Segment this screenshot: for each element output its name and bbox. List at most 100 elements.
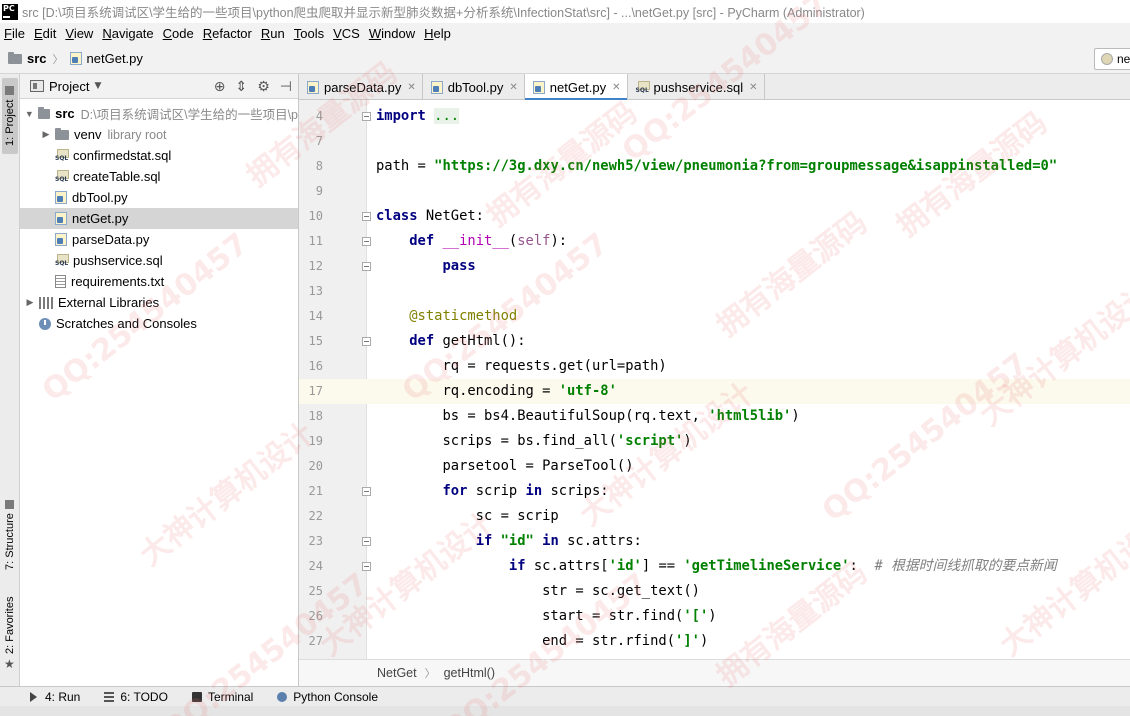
code-line[interactable]: 15 def getHtml(): xyxy=(299,329,1130,354)
menu-view[interactable]: View xyxy=(61,26,98,41)
code-token: ) xyxy=(683,433,692,449)
run-configuration-selector[interactable]: netGet xyxy=(1094,48,1130,70)
favorites-tool-button[interactable]: 2: Favorites xyxy=(2,594,18,656)
tree-item-venv[interactable]: ▶ venv library root xyxy=(20,124,298,145)
gear-icon[interactable]: ⚙ xyxy=(257,79,270,95)
chevron-right-icon: 〉 xyxy=(424,668,436,680)
code-line[interactable]: 14 @staticmethod xyxy=(299,304,1130,329)
locate-file-icon[interactable]: ⊕ xyxy=(214,79,226,95)
fold-marker-icon[interactable] xyxy=(362,562,371,571)
chevron-down-icon[interactable]: ▼ xyxy=(24,109,35,119)
code-token: path = xyxy=(376,158,435,174)
project-panel-title[interactable]: Project xyxy=(49,79,89,94)
code-line[interactable]: 8 path = "https://3g.dxy.cn/newh5/view/pn… xyxy=(299,154,1130,179)
code-line[interactable]: 24 if sc.attrs['id'] == 'getTimelineServ… xyxy=(299,554,1130,579)
line-number: 7 xyxy=(315,134,323,148)
chevron-right-icon[interactable]: ▶ xyxy=(40,129,52,140)
tree-item-confirmedstat-sql[interactable]: confirmedstat.sql xyxy=(20,145,298,166)
fold-marker-icon[interactable] xyxy=(362,537,371,546)
code-line[interactable]: 23 if "id" in sc.attrs: xyxy=(299,529,1130,554)
tree-item-src[interactable]: ▼ src D:\项目系统调试区\学生给的一些项目\p xyxy=(20,103,298,124)
structure-tool-icon xyxy=(5,500,15,510)
menu-file[interactable]: File xyxy=(0,26,30,41)
fold-marker-icon[interactable] xyxy=(362,112,371,121)
menu-window[interactable]: Window xyxy=(365,26,420,41)
dropdown-caret-icon[interactable]: ▼ xyxy=(94,81,101,91)
menu-vcs[interactable]: VCS xyxy=(329,26,365,41)
code-line[interactable]: 17 rq.encoding = 'utf-8' xyxy=(299,379,1130,404)
code-token: if xyxy=(508,558,534,574)
code-line[interactable]: 21 for scrip in scrips: xyxy=(299,479,1130,504)
tree-item-parsedata-py[interactable]: parseData.py xyxy=(20,229,298,250)
tree-item-netget-py[interactable]: netGet.py xyxy=(20,208,298,229)
code-line[interactable]: 11 def __init__(self): xyxy=(299,229,1130,254)
nav-crumb-file[interactable]: netGet.py xyxy=(69,51,143,66)
code-text: rq.encoding = 'utf-8' xyxy=(376,379,616,404)
code-line[interactable]: 22 sc = scrip xyxy=(299,504,1130,529)
code-line[interactable]: 4 import ... xyxy=(299,104,1130,129)
tool-window-label: Python Console xyxy=(293,689,379,704)
hide-panel-icon[interactable]: ⊣ xyxy=(280,79,292,95)
code-line[interactable]: 13 xyxy=(299,279,1130,304)
menu-help[interactable]: Help xyxy=(420,26,456,41)
code-line[interactable]: 19 scrips = bs.find_all('script') xyxy=(299,429,1130,454)
tree-item-scratches-and-consoles[interactable]: Scratches and Consoles xyxy=(20,313,298,334)
tree-item-createtable-sql[interactable]: createTable.sql xyxy=(20,166,298,187)
close-icon[interactable]: ✕ xyxy=(612,82,620,93)
line-number: 21 xyxy=(308,484,323,498)
code-line[interactable]: 16 rq = requests.get(url=path) xyxy=(299,354,1130,379)
line-number: 22 xyxy=(308,509,323,523)
code-line[interactable]: 20 parsetool = ParseTool() xyxy=(299,454,1130,479)
star-icon[interactable]: ★ xyxy=(4,657,15,671)
tool-window-python-console[interactable]: Python Console xyxy=(277,690,378,704)
collapse-all-icon[interactable]: ⇕ xyxy=(236,79,248,95)
code-line[interactable]: 26 start = str.find('[') xyxy=(299,604,1130,629)
code-line[interactable]: 9 xyxy=(299,179,1130,204)
tab-parsedata-py[interactable]: parseData.py ✕ xyxy=(299,74,423,100)
menu-navigate[interactable]: Navigate xyxy=(98,26,158,41)
tree-item-external-libraries[interactable]: ▶ External Libraries xyxy=(20,292,298,313)
menu-tools[interactable]: Tools xyxy=(290,26,329,41)
tool-window-terminal[interactable]: Terminal xyxy=(191,690,253,704)
tool-window-4-run[interactable]: 4: Run xyxy=(30,690,80,704)
tool-window-label: 6: TODO xyxy=(120,689,168,704)
tree-item-pushservice-sql[interactable]: pushservice.sql xyxy=(20,250,298,271)
code-line[interactable]: 18 bs = bs4.BeautifulSoup(rq.text, 'html… xyxy=(299,404,1130,429)
chevron-right-icon[interactable]: ▶ xyxy=(24,297,36,308)
code-line[interactable]: 12 pass xyxy=(299,254,1130,279)
tree-item-label: venv xyxy=(74,127,102,142)
line-number: 20 xyxy=(308,459,323,473)
tab-pushservice-sql[interactable]: pushservice.sql ✕ xyxy=(628,74,765,100)
fold-marker-icon[interactable] xyxy=(362,487,371,496)
code-editor[interactable]: 4 import ... 7 8 path = "https://3g.dxy.cn/n… xyxy=(299,100,1130,659)
code-line[interactable]: 25 str = sc.get_text() xyxy=(299,579,1130,604)
fold-marker-icon[interactable] xyxy=(362,262,371,271)
tool-window-6-todo[interactable]: 6: TODO xyxy=(104,690,168,704)
menu-run[interactable]: Run xyxy=(257,26,290,41)
line-number: 24 xyxy=(308,559,323,573)
code-line[interactable]: 27 end = str.rfind(']') xyxy=(299,629,1130,654)
fold-marker-icon[interactable] xyxy=(362,337,371,346)
close-icon[interactable]: ✕ xyxy=(509,82,517,93)
menu-edit[interactable]: Edit xyxy=(30,26,61,41)
nav-crumb-src[interactable]: src xyxy=(8,51,47,66)
code-line[interactable]: 10 class NetGet: xyxy=(299,204,1130,229)
structure-tool-button[interactable]: 7: Structure xyxy=(2,494,18,576)
fold-marker-icon[interactable] xyxy=(362,237,371,246)
tree-item-dbtool-py[interactable]: dbTool.py xyxy=(20,187,298,208)
code-line[interactable]: 7 xyxy=(299,129,1130,154)
tab-dbtool-py[interactable]: dbTool.py ✕ xyxy=(423,74,525,100)
close-icon[interactable]: ✕ xyxy=(749,82,757,93)
text-file-icon xyxy=(55,275,66,288)
tree-item-label: confirmedstat.sql xyxy=(73,148,172,163)
menu-code[interactable]: Code xyxy=(159,26,199,41)
menu-refactor[interactable]: Refactor xyxy=(199,26,257,41)
tab-netget-py[interactable]: netGet.py ✕ xyxy=(524,74,628,101)
close-icon[interactable]: ✕ xyxy=(407,82,415,93)
breadcrumb-class[interactable]: NetGet xyxy=(377,666,417,680)
fold-marker-icon[interactable] xyxy=(362,212,371,221)
breadcrumb-method[interactable]: getHtml() xyxy=(444,666,495,680)
project-tool-button[interactable]: 1: Project xyxy=(2,78,18,154)
library-icon xyxy=(39,296,53,309)
tree-item-requirements-txt[interactable]: requirements.txt xyxy=(20,271,298,292)
